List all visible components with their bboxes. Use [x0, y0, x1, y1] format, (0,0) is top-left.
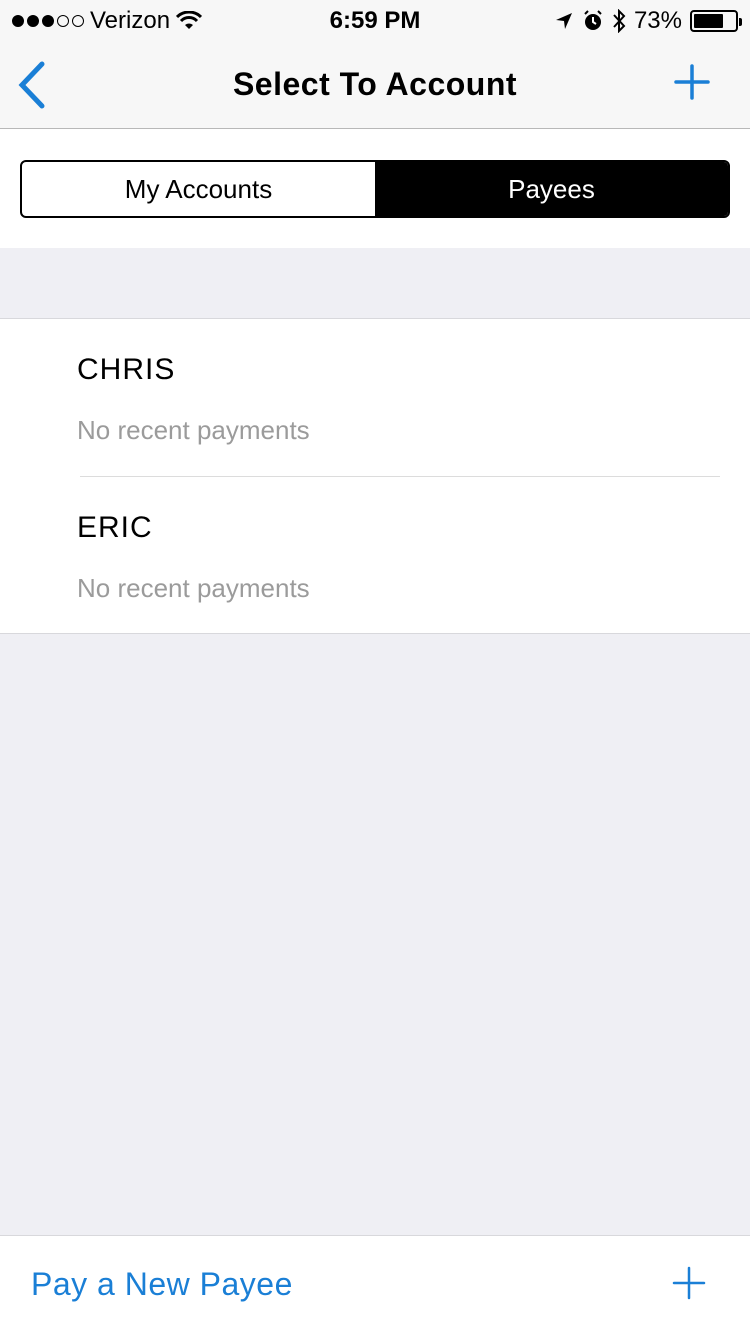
chevron-left-icon[interactable] [14, 60, 50, 110]
plus-icon[interactable] [672, 1266, 706, 1300]
signal-icon [12, 15, 84, 27]
segmented-control: My Accounts Payees [20, 160, 730, 218]
battery-percent: 73% [633, 7, 682, 34]
payee-row-eric[interactable]: ERIC No recent payments [77, 476, 720, 633]
bluetooth-icon [613, 9, 626, 33]
tab-my-accounts[interactable]: My Accounts [22, 162, 375, 216]
plus-icon[interactable] [672, 62, 712, 102]
page-title: Select To Account [232, 66, 518, 102]
battery-fill [694, 14, 724, 28]
location-icon [555, 13, 572, 29]
payee-status: No recent payments [77, 573, 310, 603]
pay-new-payee-button[interactable]: Pay a New Payee [31, 1266, 293, 1303]
payee-name: ERIC [77, 511, 153, 544]
navigation-bar: Select To Account [0, 40, 750, 129]
status-bar: Verizon 6:59 PM 73% [0, 0, 750, 40]
payee-name: CHRIS [77, 353, 176, 386]
payee-status: No recent payments [77, 415, 310, 445]
wifi-icon [176, 11, 203, 29]
tab-payees[interactable]: Payees [375, 162, 728, 216]
alarm-icon [584, 10, 602, 30]
battery-icon [690, 10, 742, 32]
payee-list: CHRIS No recent payments ERIC No recent … [0, 318, 750, 634]
carrier-label: Verizon [90, 7, 171, 34]
status-left: Verizon [12, 7, 203, 35]
status-right: 73% [554, 7, 742, 35]
payee-row-chris[interactable]: CHRIS No recent payments [0, 319, 750, 476]
segment-container: My Accounts Payees [0, 129, 750, 248]
footer-bar[interactable]: Pay a New Payee [0, 1235, 750, 1334]
